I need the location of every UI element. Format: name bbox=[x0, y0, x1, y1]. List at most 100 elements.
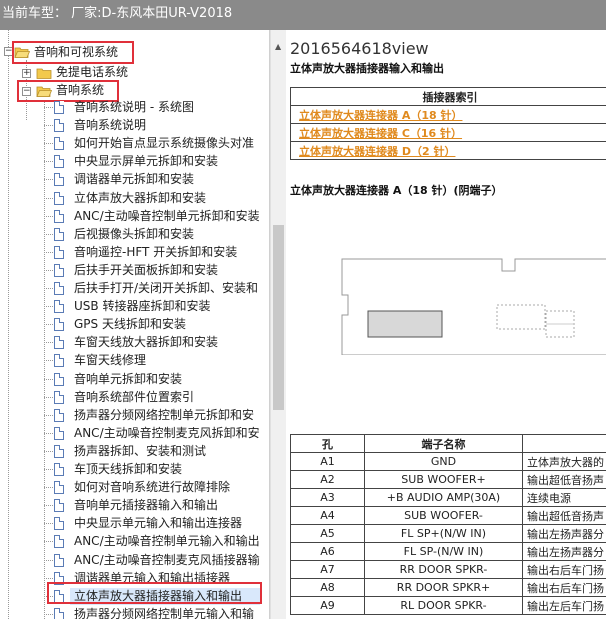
tree-item[interactable]: 音响系统说明 bbox=[74, 116, 146, 134]
tree-guide-line bbox=[44, 541, 53, 542]
pin-number: A4 bbox=[290, 506, 365, 525]
document-icon bbox=[54, 517, 64, 530]
pin-description: 输出超低音扬声 bbox=[522, 506, 606, 525]
expand-toggle-handsfree[interactable]: + bbox=[22, 69, 31, 78]
document-icon bbox=[54, 354, 64, 367]
connector-heading: 立体声放大器连接器 A（18 针）(阴端子） bbox=[290, 184, 503, 197]
highlight-stereo-amp-connector bbox=[47, 582, 262, 604]
pin-number: A9 bbox=[290, 596, 365, 615]
pin-description: 输出左后车门扬 bbox=[522, 596, 606, 615]
tree-guide-line bbox=[44, 270, 53, 271]
tree-guide-line bbox=[44, 342, 53, 343]
tree-guide-line bbox=[44, 469, 53, 470]
pin-number: A7 bbox=[290, 560, 365, 579]
tree-item[interactable]: ANC/主动噪音控制单元拆卸和安装 bbox=[74, 207, 260, 225]
tree-item[interactable]: 车窗天线放大器拆卸和安装 bbox=[74, 333, 218, 351]
tree-guide-line bbox=[44, 179, 53, 180]
pin-row: A9 RL DOOR SPKR- 输出左后车门扬 bbox=[290, 596, 606, 615]
tree-item[interactable]: 中央显示单元输入和输出连接器 bbox=[74, 514, 242, 532]
tree-guide-line bbox=[44, 523, 53, 524]
pin-number: A6 bbox=[290, 542, 365, 561]
highlight-audio-visual bbox=[12, 41, 134, 64]
tree-item[interactable]: 音响单元插接器输入和输出 bbox=[74, 496, 218, 514]
pin-number: A1 bbox=[290, 452, 365, 471]
pin-column-header: 孔 bbox=[290, 434, 365, 453]
document-icon bbox=[54, 427, 64, 440]
tree-guide-line bbox=[44, 125, 53, 126]
tree-item[interactable]: 中央显示屏单元拆卸和安装 bbox=[74, 152, 218, 170]
tree-item[interactable]: 后扶手开关面板拆卸和安装 bbox=[74, 261, 218, 279]
connector-link-a[interactable]: 立体声放大器连接器 A（18 针） bbox=[299, 109, 462, 122]
tree-item[interactable]: 音响遥控-HFT 开关拆卸和安装 bbox=[74, 243, 237, 261]
tree-guide-line bbox=[44, 379, 53, 380]
tree-guide-line bbox=[44, 451, 53, 452]
document-icon bbox=[54, 409, 64, 422]
pin-row: A5 FL SP+(N/W IN) 输出左扬声器分 bbox=[290, 524, 606, 543]
pin-description: 输出右后车门扬 bbox=[522, 578, 606, 597]
pin-description: 立体声放大器的 bbox=[522, 452, 606, 471]
tree-item[interactable]: 扬声器分频网络控制单元输入和输 bbox=[74, 605, 254, 619]
tree-guide-line bbox=[44, 234, 53, 235]
pin-row: A7 RR DOOR SPKR- 输出右后车门扬 bbox=[290, 560, 606, 579]
pin-description: 输出左扬声器分 bbox=[522, 542, 606, 561]
tree-item[interactable]: 扬声器分频网络控制单元拆卸和安 bbox=[74, 406, 254, 424]
tree-guide-line bbox=[44, 107, 53, 108]
tree-item[interactable]: ANC/主动噪音控制麦克风插接器输 bbox=[74, 551, 260, 569]
terminal-name: FL SP+(N/W IN) bbox=[364, 524, 523, 543]
tree-item[interactable]: 扬声器拆卸、安装和测试 bbox=[74, 442, 206, 460]
terminal-name: SUB WOOFER+ bbox=[364, 470, 523, 489]
pin-row: A4 SUB WOOFER- 输出超低音扬声 bbox=[290, 506, 606, 525]
tree-guide-line bbox=[44, 614, 53, 615]
tree-item[interactable]: ANC/主动噪音控制单元输入和输出 bbox=[74, 532, 260, 550]
tree-item[interactable]: 如何开始盲点显示系统摄像头对准 bbox=[74, 134, 254, 152]
tree-guide-line bbox=[44, 216, 53, 217]
pin-table: 孔 端子名称 A1 GND 立体声放大器的 A2 SUB WOOFER+ 输出超低音扬声 A… bbox=[290, 434, 606, 615]
tree-item[interactable]: GPS 天线拆卸和安装 bbox=[74, 315, 186, 333]
document-icon bbox=[54, 499, 64, 512]
document-icon bbox=[54, 535, 64, 548]
tree-item[interactable]: 车窗天线修理 bbox=[74, 351, 146, 369]
tree-item[interactable]: 音响系统说明 - 系统图 bbox=[74, 98, 194, 116]
pin-description: 输出左扬声器分 bbox=[522, 524, 606, 543]
scroll-up-arrow-icon[interactable]: ▲ bbox=[275, 42, 281, 51]
tree-guide-line bbox=[44, 252, 53, 253]
tree-guide-line bbox=[44, 415, 53, 416]
tree-item[interactable]: 音响单元拆卸和安装 bbox=[74, 370, 182, 388]
tree-item[interactable]: 调谐器单元拆卸和安装 bbox=[74, 170, 194, 188]
document-title: 2016564618view bbox=[290, 39, 429, 58]
document-viewer: 2016564618view 立体声放大器插接器输入和输出 插接器索引 立体声放… bbox=[288, 30, 606, 619]
document-icon bbox=[54, 300, 64, 313]
scrollbar-thumb[interactable] bbox=[273, 225, 284, 410]
current-vehicle-label: 当前车型： 厂家:D-东风本田UR-V2018 bbox=[2, 6, 233, 21]
tree-guide-line bbox=[44, 578, 53, 579]
document-icon bbox=[54, 554, 64, 567]
document-icon bbox=[54, 608, 64, 619]
tree-item[interactable]: 立体声放大器拆卸和安装 bbox=[74, 189, 206, 207]
document-icon bbox=[54, 192, 64, 205]
document-icon bbox=[54, 282, 64, 295]
tree-scrollbar[interactable]: ▲ bbox=[270, 30, 286, 619]
tree-guide-line bbox=[44, 433, 53, 434]
tree-item[interactable]: 后视摄像头拆卸和安装 bbox=[74, 225, 194, 243]
tree-item[interactable]: 车顶天线拆卸和安装 bbox=[74, 460, 182, 478]
document-icon bbox=[54, 137, 64, 150]
pin-description: 连续电源 bbox=[522, 488, 606, 507]
connector-index-table: 插接器索引 立体声放大器连接器 A（18 针） 立体声放大器连接器 C（16 针… bbox=[290, 87, 606, 160]
connector-link-d[interactable]: 立体声放大器连接器 D（2 针） bbox=[299, 145, 455, 158]
document-icon bbox=[54, 463, 64, 476]
pin-description: 输出超低音扬声 bbox=[522, 470, 606, 489]
tree-item[interactable]: USB 转接器座拆卸和安装 bbox=[74, 297, 210, 315]
tree-item[interactable]: 后扶手打开/关闭开关拆卸、安装和 bbox=[74, 279, 258, 297]
tree-guide-line bbox=[44, 487, 53, 488]
tree-group-handsfree[interactable]: 免提电话系统 bbox=[56, 63, 128, 81]
tree-item[interactable]: ANC/主动噪音控制麦克风拆卸和安 bbox=[74, 424, 260, 442]
tree-guide-line bbox=[44, 306, 53, 307]
connector-index-header: 插接器索引 bbox=[290, 87, 606, 106]
pin-number: A3 bbox=[290, 488, 365, 507]
tree-item[interactable]: 如何对音响系统进行故障排除 bbox=[74, 478, 230, 496]
tree-item[interactable]: 音响系统部件位置索引 bbox=[74, 388, 194, 406]
connector-link-c[interactable]: 立体声放大器连接器 C（16 针） bbox=[299, 127, 462, 140]
tree-guide-line bbox=[44, 360, 53, 361]
current-vehicle-bar: 当前车型： 厂家:D-东风本田UR-V2018 bbox=[0, 0, 606, 30]
nav-tree[interactable]: − 音响和可视系统 + 免提电话系统 − 音响系统 音响系统说明 - 系统图 音响… bbox=[0, 30, 270, 619]
